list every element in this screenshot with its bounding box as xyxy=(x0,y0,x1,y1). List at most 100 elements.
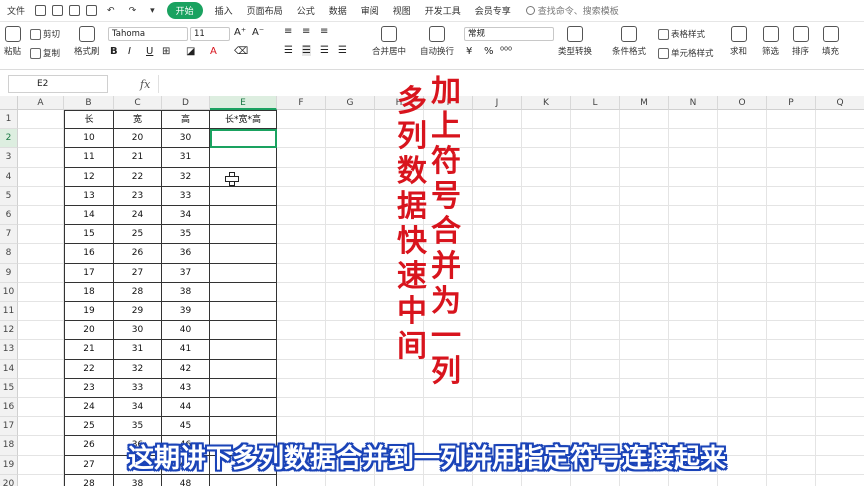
print-icon[interactable] xyxy=(69,5,81,16)
cell-H20[interactable] xyxy=(375,474,424,486)
format-painter-button[interactable]: 格式刷 xyxy=(74,26,100,57)
row-header-1[interactable]: 1 xyxy=(0,110,18,130)
column-header-B[interactable]: B xyxy=(64,96,114,110)
cell-E7[interactable] xyxy=(210,225,277,245)
cell-I20[interactable] xyxy=(424,474,473,486)
cell-O12[interactable] xyxy=(718,321,767,341)
cell-H16[interactable] xyxy=(375,398,424,418)
cell-B13[interactable]: 21 xyxy=(64,340,114,360)
font-color-icon[interactable]: A xyxy=(210,46,217,57)
quick-access-dropdown-icon[interactable]: ▾ xyxy=(143,6,162,16)
cell-O2[interactable] xyxy=(718,129,767,149)
cell-F1[interactable] xyxy=(277,110,326,130)
cell-B20[interactable]: 28 xyxy=(64,474,114,486)
cell-P18[interactable] xyxy=(767,436,816,456)
cell-B9[interactable]: 17 xyxy=(64,263,114,283)
column-header-G[interactable]: G xyxy=(326,96,375,110)
cell-E2[interactable] xyxy=(210,129,277,149)
cell-P5[interactable] xyxy=(767,186,816,206)
cell-B8[interactable]: 16 xyxy=(64,244,114,264)
cell-P11[interactable] xyxy=(767,302,816,322)
cell-G6[interactable] xyxy=(326,206,375,226)
cell-F4[interactable] xyxy=(277,167,326,187)
table-style-button[interactable]: 表格样式 xyxy=(658,28,705,40)
align-top-icon[interactable]: ≡ xyxy=(284,26,292,37)
cell-Q4[interactable] xyxy=(816,168,864,187)
cell-K10[interactable] xyxy=(522,282,571,302)
row-header-20[interactable]: 20 xyxy=(0,474,18,486)
command-search[interactable]: 查找命令、搜索模板 xyxy=(525,4,619,17)
cell-A16[interactable] xyxy=(18,398,64,418)
cell-P12[interactable] xyxy=(767,321,816,341)
cell-E3[interactable] xyxy=(210,148,277,168)
column-header-C[interactable]: C xyxy=(114,96,162,110)
cell-A19[interactable] xyxy=(18,455,64,475)
cell-N6[interactable] xyxy=(669,206,718,226)
cell-M1[interactable] xyxy=(620,110,669,130)
cell-C2[interactable]: 20 xyxy=(114,129,162,149)
cell-N2[interactable] xyxy=(669,129,718,149)
cell-M11[interactable] xyxy=(620,302,669,322)
cell-C17[interactable]: 35 xyxy=(114,417,162,437)
redo-icon[interactable]: ↷ xyxy=(122,6,144,16)
cell-G17[interactable] xyxy=(326,417,375,437)
cell-P20[interactable] xyxy=(767,474,816,486)
cell-C20[interactable]: 38 xyxy=(114,474,162,486)
cell-D16[interactable]: 44 xyxy=(162,398,210,418)
cell-N13[interactable] xyxy=(669,340,718,360)
cell-O1[interactable] xyxy=(718,110,767,130)
cell-B17[interactable]: 25 xyxy=(64,417,114,437)
select-all-corner[interactable] xyxy=(0,96,18,110)
cell-Q5[interactable] xyxy=(816,187,864,206)
cell-Q20[interactable] xyxy=(816,475,864,486)
row-header-8[interactable]: 8 xyxy=(0,244,18,264)
column-header-Q[interactable]: Q xyxy=(816,96,864,110)
cell-E17[interactable] xyxy=(210,417,277,437)
align-center-icon[interactable]: ☰ xyxy=(302,45,311,56)
cell-D12[interactable]: 40 xyxy=(162,321,210,341)
cell-D2[interactable]: 30 xyxy=(162,129,210,149)
row-header-4[interactable]: 4 xyxy=(0,167,18,187)
cell-C15[interactable]: 33 xyxy=(114,378,162,398)
cell-E13[interactable] xyxy=(210,340,277,360)
cell-F8[interactable] xyxy=(277,244,326,264)
row-header-14[interactable]: 14 xyxy=(0,359,18,379)
cell-K5[interactable] xyxy=(522,186,571,206)
cell-F3[interactable] xyxy=(277,148,326,168)
cell-N12[interactable] xyxy=(669,321,718,341)
undo-icon[interactable]: ↶ xyxy=(100,6,122,16)
row-header-18[interactable]: 18 xyxy=(0,436,18,456)
cell-B14[interactable]: 22 xyxy=(64,359,114,379)
cell-M14[interactable] xyxy=(620,359,669,379)
cell-M6[interactable] xyxy=(620,206,669,226)
cell-O5[interactable] xyxy=(718,186,767,206)
cell-K9[interactable] xyxy=(522,263,571,283)
cell-L13[interactable] xyxy=(571,340,620,360)
cell-E20[interactable] xyxy=(210,474,277,486)
cell-G4[interactable] xyxy=(326,167,375,187)
cell-K8[interactable] xyxy=(522,244,571,264)
cell-E6[interactable] xyxy=(210,206,277,226)
cell-F11[interactable] xyxy=(277,302,326,322)
column-header-K[interactable]: K xyxy=(522,96,571,110)
cell-P2[interactable] xyxy=(767,129,816,149)
cell-A12[interactable] xyxy=(18,321,64,341)
cell-C13[interactable]: 31 xyxy=(114,340,162,360)
cell-F20[interactable] xyxy=(277,474,326,486)
cell-G20[interactable] xyxy=(326,474,375,486)
cell-M13[interactable] xyxy=(620,340,669,360)
cell-C3[interactable]: 21 xyxy=(114,148,162,168)
cell-Q3[interactable] xyxy=(816,148,864,168)
cell-L20[interactable] xyxy=(571,474,620,486)
cell-N5[interactable] xyxy=(669,186,718,206)
cell-F14[interactable] xyxy=(277,359,326,379)
cell-A1[interactable] xyxy=(18,110,64,130)
cell-G1[interactable] xyxy=(326,110,375,130)
cell-C11[interactable]: 29 xyxy=(114,302,162,322)
cell-F7[interactable] xyxy=(277,225,326,245)
tab-insert[interactable]: 插入 xyxy=(208,4,240,17)
cell-N16[interactable] xyxy=(669,398,718,418)
cell-C10[interactable]: 28 xyxy=(114,282,162,302)
cell-L15[interactable] xyxy=(571,378,620,398)
cell-P9[interactable] xyxy=(767,263,816,283)
